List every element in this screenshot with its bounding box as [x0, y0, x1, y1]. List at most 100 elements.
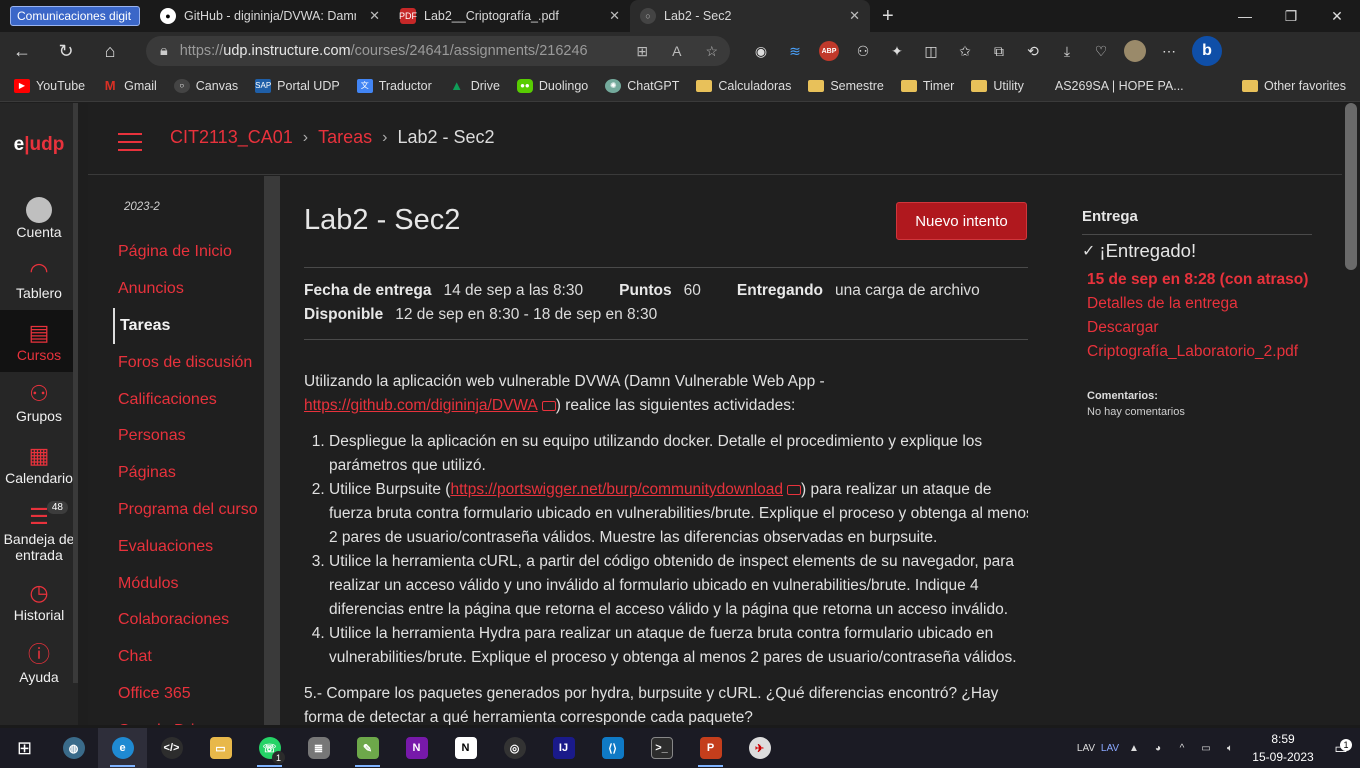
- taskbar-powerpoint[interactable]: P: [686, 728, 735, 768]
- tab-github[interactable]: ● GitHub - digininja/DVWA: Damn ✕: [150, 0, 390, 32]
- taskbar-app-1[interactable]: ◍: [49, 728, 98, 768]
- course-nav-scrollbar[interactable]: [264, 176, 280, 725]
- new-tab-button[interactable]: +: [870, 0, 906, 32]
- favorite-star-icon[interactable]: ☆: [705, 43, 718, 60]
- bookmark-other-favorites[interactable]: Other favorites: [1242, 79, 1346, 93]
- bookmark-canvas[interactable]: ○ Canvas: [173, 78, 238, 93]
- extension-glasses-icon[interactable]: ◉: [744, 32, 778, 70]
- course-nav-personas[interactable]: Personas: [118, 418, 258, 455]
- adblock-plus-icon[interactable]: ABP: [819, 41, 839, 61]
- tab-group-label[interactable]: Comunicaciones digit: [10, 6, 140, 26]
- breadcrumb-tareas[interactable]: Tareas: [318, 127, 372, 148]
- bookmark-hope-pa[interactable]: AS269SA | HOPE PA...: [1055, 79, 1184, 93]
- close-tab-icon[interactable]: ✕: [609, 8, 620, 24]
- course-nav-chat[interactable]: Chat: [118, 639, 258, 676]
- lock-icon[interactable]: 🔒︎: [160, 43, 168, 59]
- global-nav-cursos[interactable]: ▤ Cursos: [0, 310, 78, 372]
- global-nav-scrollbar[interactable]: [73, 103, 78, 683]
- global-nav-calendario[interactable]: ▦ Calendario: [0, 433, 78, 495]
- course-nav-google-drive[interactable]: Google Drive: [118, 712, 258, 725]
- global-nav-ayuda[interactable]: ⓘ Ayuda: [0, 632, 78, 694]
- close-window-icon[interactable]: ✕: [1314, 0, 1360, 32]
- read-aloud-icon[interactable]: A: [672, 43, 681, 59]
- bing-copilot-icon[interactable]: b: [1192, 36, 1222, 66]
- page-scrollbar[interactable]: [1342, 103, 1360, 725]
- back-icon[interactable]: ←: [0, 32, 44, 70]
- tray-lav-icon[interactable]: LAV: [1074, 728, 1098, 768]
- scrollbar-thumb[interactable]: [1345, 103, 1357, 270]
- bookmark-youtube[interactable]: ▶ YouTube: [14, 78, 85, 93]
- app-available-icon[interactable]: ⊞: [636, 43, 648, 60]
- profile-avatar[interactable]: [1124, 40, 1146, 62]
- taskbar-notepad[interactable]: ✎: [343, 728, 392, 768]
- course-nav-programa[interactable]: Programa del curso: [118, 492, 258, 529]
- taskbar-app-bird[interactable]: ✈: [735, 728, 784, 768]
- bookmark-drive[interactable]: ▲ Drive: [449, 78, 500, 93]
- close-tab-icon[interactable]: ✕: [369, 8, 380, 24]
- udp-logo[interactable]: e | udp: [0, 103, 78, 187]
- new-attempt-button[interactable]: Nuevo intento: [896, 202, 1027, 240]
- course-nav-colaboraciones[interactable]: Colaboraciones: [118, 602, 258, 639]
- course-menu-toggle-icon[interactable]: [118, 133, 142, 157]
- url-text[interactable]: https://udp.instructure.com/courses/2464…: [180, 43, 588, 59]
- tray-lav2-icon[interactable]: LAV: [1098, 728, 1122, 768]
- extensions-puzzle-icon[interactable]: ✦: [880, 32, 914, 70]
- bookmark-duolingo[interactable]: ●● Duolingo: [516, 78, 588, 93]
- bookmark-traductor[interactable]: 文 Traductor: [356, 78, 432, 93]
- burp-link[interactable]: https://portswigger.net/burp/communitydo…: [450, 481, 783, 498]
- refresh-icon[interactable]: ↻: [44, 32, 88, 70]
- bookmark-gmail[interactable]: M Gmail: [102, 78, 157, 93]
- bookmark-folder-calculadoras[interactable]: Calculadoras: [696, 79, 791, 93]
- course-nav-tareas[interactable]: Tareas: [113, 307, 258, 345]
- bookmark-folder-semestre[interactable]: Semestre: [808, 79, 884, 93]
- more-menu-icon[interactable]: ⋯: [1152, 32, 1186, 70]
- course-nav-office365[interactable]: Office 365: [118, 676, 258, 713]
- taskbar-terminal[interactable]: >_: [637, 728, 686, 768]
- global-nav-cuenta[interactable]: Cuenta: [0, 187, 78, 249]
- taskbar-file-explorer[interactable]: ▭: [196, 728, 245, 768]
- notification-center-icon[interactable]: ▭1: [1322, 738, 1360, 757]
- minimize-icon[interactable]: —: [1222, 0, 1268, 32]
- start-button[interactable]: ⊞: [0, 728, 49, 768]
- network-icon[interactable]: ▭: [1194, 728, 1218, 768]
- download-link[interactable]: Descargar: [1087, 316, 1308, 340]
- extension-mask-icon[interactable]: ⚇: [846, 32, 880, 70]
- volume-icon[interactable]: 🔈︎: [1218, 728, 1242, 768]
- history-icon[interactable]: ⟲: [1016, 32, 1050, 70]
- submission-details-link[interactable]: Detalles de la entrega: [1087, 292, 1308, 316]
- global-nav-historial[interactable]: ◷ Historial: [0, 571, 78, 633]
- bookmark-folder-timer[interactable]: Timer: [900, 79, 954, 93]
- bookmark-folder-utility[interactable]: Utility: [971, 79, 1024, 93]
- taskbar-vscode[interactable]: ⟨⟩: [588, 728, 637, 768]
- course-nav-anuncios[interactable]: Anuncios: [118, 271, 258, 308]
- global-nav-bandeja[interactable]: ☰ 48 Bandeja de entrada: [0, 495, 78, 571]
- bookmark-chatgpt[interactable]: ✺ ChatGPT: [605, 78, 679, 93]
- course-nav-foros[interactable]: Foros de discusión: [118, 344, 258, 381]
- bookmark-portal-udp[interactable]: SAP Portal UDP: [255, 78, 340, 93]
- favorites-icon[interactable]: ✩: [948, 32, 982, 70]
- dvwa-link[interactable]: https://github.com/digininja/DVWA: [304, 397, 538, 414]
- home-icon[interactable]: ⌂: [88, 32, 132, 70]
- split-screen-icon[interactable]: ◫: [914, 32, 948, 70]
- tab-pdf[interactable]: PDF Lab2__Criptografía_.pdf ✕: [390, 0, 630, 32]
- taskbar-edge[interactable]: e: [98, 728, 147, 768]
- performance-icon[interactable]: ♡: [1084, 32, 1118, 70]
- course-nav-paginas[interactable]: Páginas: [118, 455, 258, 492]
- tab-lab2-sec2[interactable]: ○ Lab2 - Sec2 ✕: [630, 0, 870, 32]
- close-tab-icon[interactable]: ✕: [849, 8, 860, 24]
- taskbar-notion[interactable]: N: [441, 728, 490, 768]
- taskbar-database[interactable]: ≣: [294, 728, 343, 768]
- taskbar-intellij[interactable]: IJ: [539, 728, 588, 768]
- global-nav-grupos[interactable]: ⚇ Grupos: [0, 372, 78, 434]
- taskbar-whatsapp[interactable]: ☏ 1: [245, 728, 294, 768]
- tray-chevron-icon[interactable]: ^: [1170, 728, 1194, 768]
- breadcrumb-course[interactable]: CIT2113_CA01: [170, 127, 293, 148]
- taskbar-obs[interactable]: ◎: [490, 728, 539, 768]
- taskbar-onenote[interactable]: N: [392, 728, 441, 768]
- downloads-icon[interactable]: ⤓: [1050, 32, 1084, 70]
- submitted-file-link[interactable]: Criptografía_Laboratorio_2.pdf: [1087, 340, 1308, 364]
- extension-wave-icon[interactable]: ≋: [778, 32, 812, 70]
- course-nav-inicio[interactable]: Página de Inicio: [118, 234, 258, 271]
- tab-group-comunicaciones[interactable]: Comunicaciones digit: [0, 0, 150, 32]
- system-clock[interactable]: 8:59 15-09-2023: [1248, 730, 1318, 766]
